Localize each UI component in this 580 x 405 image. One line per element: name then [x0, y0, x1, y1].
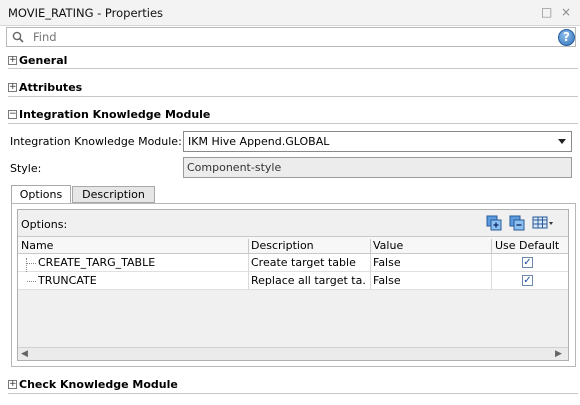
divider [8, 393, 578, 394]
expand-icon[interactable]: + [8, 83, 17, 92]
search-icon [12, 31, 24, 43]
column-header-description[interactable]: Description [251, 239, 314, 252]
divider [8, 68, 578, 69]
table-row[interactable]: CREATE_TARG_TABLE Create target table Fa… [18, 254, 568, 282]
style-value: Component-style [187, 161, 282, 174]
column-header-name[interactable]: Name [21, 239, 53, 252]
options-panel: Options: Name Description Value Use Defa… [17, 209, 569, 361]
use-default-checkbox[interactable]: ✓ [522, 257, 533, 268]
expand-all-icon[interactable] [486, 215, 502, 231]
tree-connector [27, 263, 36, 264]
help-icon[interactable]: ? [558, 29, 575, 46]
column-header-use-default[interactable]: Use Default [495, 239, 559, 252]
style-label: Style: [10, 162, 42, 175]
ikm-module-value: IKM Hive Append.GLOBAL [188, 135, 330, 148]
column-separator [491, 254, 492, 272]
option-description: Replace all target ta... [251, 274, 367, 287]
option-name: CREATE_TARG_TABLE [38, 256, 156, 269]
column-separator [491, 272, 492, 290]
window-title: MOVIE_RATING - Properties [8, 6, 164, 20]
divider [8, 123, 578, 124]
chevron-down-icon[interactable] [558, 139, 566, 144]
table-header: Name Description Value Use Default [18, 236, 568, 257]
table-row[interactable]: TRUNCATE Replace all target ta... False … [18, 272, 568, 290]
restore-icon[interactable]: □ [541, 5, 552, 19]
style-field: Component-style [183, 157, 572, 178]
option-value[interactable]: False [373, 256, 485, 269]
section-ckm-label: Check Knowledge Module [19, 378, 178, 391]
scroll-right-icon[interactable]: ▶ [555, 349, 562, 359]
close-icon[interactable]: × [561, 5, 571, 19]
section-attributes-label: Attributes [19, 81, 83, 94]
tab-options[interactable]: Options [11, 185, 71, 204]
tab-panel-options: Options: Name Description Value Use Defa… [11, 203, 576, 367]
collapse-all-icon[interactable] [509, 215, 525, 231]
options-title: Options: [21, 218, 68, 231]
option-name: TRUNCATE [38, 274, 97, 287]
tab-description[interactable]: Description [72, 186, 155, 203]
section-general-label: General [19, 54, 68, 67]
column-header-value[interactable]: Value [373, 239, 403, 252]
expand-icon[interactable]: + [8, 56, 17, 65]
ikm-module-select[interactable]: IKM Hive Append.GLOBAL [183, 131, 572, 152]
divider [8, 96, 578, 97]
collapse-icon[interactable]: − [8, 110, 17, 119]
scroll-left-icon[interactable]: ◀ [21, 349, 28, 359]
expand-icon[interactable]: + [8, 380, 17, 389]
section-ikm-label: Integration Knowledge Module [19, 108, 211, 121]
search-input[interactable] [33, 29, 533, 45]
option-value[interactable]: False [373, 274, 485, 287]
column-separator [370, 254, 371, 272]
tree-connector [27, 281, 36, 282]
column-separator [248, 272, 249, 290]
column-separator [370, 272, 371, 290]
ikm-module-label: Integration Knowledge Module: [10, 135, 182, 148]
option-description: Create target table [251, 256, 356, 269]
horizontal-scrollbar[interactable]: ◀ ▶ [18, 347, 568, 360]
table-columns-icon[interactable] [532, 215, 554, 231]
search-bar [6, 27, 576, 47]
title-bar: MOVIE_RATING - Properties □ × [0, 0, 580, 26]
use-default-checkbox[interactable]: ✓ [522, 275, 533, 286]
column-separator [248, 254, 249, 272]
